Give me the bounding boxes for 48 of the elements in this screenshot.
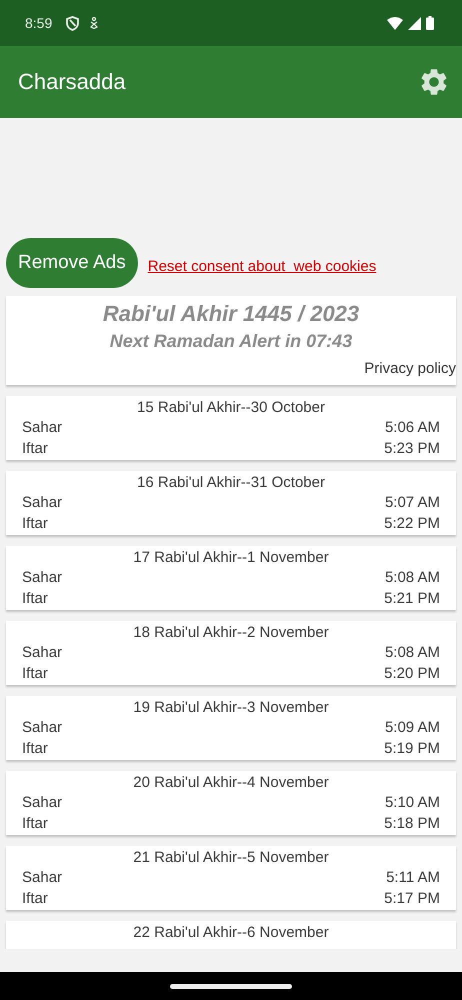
time-value: 5:11 AM: [386, 868, 440, 888]
day-date: 16 Rabi'ul Akhir--31 October: [136, 474, 326, 492]
app-title: Charsadda: [18, 69, 126, 95]
day-date: 19 Rabi'ul Akhir--3 November: [132, 699, 330, 717]
shield-icon: [66, 16, 80, 30]
time-value: 5:23 PM: [384, 439, 440, 459]
time-label: Sahar: [22, 568, 62, 588]
time-label: Iftar: [22, 664, 48, 684]
alert-text: Next Ramadan Alert in 07:43: [108, 331, 354, 352]
time-value: 5:17 PM: [384, 889, 440, 909]
time-label: Iftar: [22, 739, 48, 759]
privacy-policy-link[interactable]: Privacy policy: [364, 360, 456, 377]
time-value: 5:09 AM: [384, 718, 440, 738]
remove-ads-button[interactable]: Remove Ads: [6, 238, 138, 288]
month-title: Rabi'ul Akhir 1445 / 2023: [102, 301, 360, 327]
day-date: 17 Rabi'ul Akhir--1 November: [132, 549, 330, 567]
time-value: 5:06 AM: [384, 418, 440, 438]
time-value: 5:08 AM: [384, 643, 440, 663]
time-label: Sahar: [22, 643, 62, 663]
time-label: Sahar: [22, 868, 62, 888]
day-date: 20 Rabi'ul Akhir--4 November: [132, 774, 330, 792]
time-value: 5:22 PM: [384, 514, 440, 534]
time-value: 5:21 PM: [384, 589, 440, 609]
time-value: 5:19 PM: [384, 739, 440, 759]
time-label: Sahar: [22, 418, 62, 438]
time-label: Iftar: [22, 814, 48, 834]
consent-link[interactable]: Reset consent about web cookies: [148, 258, 376, 275]
day-date: 15 Rabi'ul Akhir--30 October: [136, 399, 326, 417]
battery-icon: [426, 16, 434, 30]
day-date: 22 Rabi'ul Akhir--6 November: [132, 924, 330, 942]
day-date: 18 Rabi'ul Akhir--2 November: [132, 624, 330, 642]
status-time: 8:59: [25, 15, 52, 31]
signal-icon: [408, 16, 421, 30]
day-date: 21 Rabi'ul Akhir--5 November: [132, 849, 330, 867]
time-label: Iftar: [22, 589, 48, 609]
time-value: 5:18 PM: [384, 814, 440, 834]
time-label: Sahar: [22, 493, 62, 513]
time-label: Iftar: [22, 514, 48, 534]
time-label: Sahar: [22, 718, 62, 738]
time-label: Sahar: [22, 793, 62, 813]
time-value: 5:08 AM: [384, 568, 440, 588]
wifi-icon: [387, 16, 403, 30]
time-value: 5:07 AM: [384, 493, 440, 513]
time-value: 5:20 PM: [384, 664, 440, 684]
home-handle[interactable]: [170, 984, 292, 988]
time-label: Iftar: [22, 889, 48, 909]
time-value: 5:10 AM: [384, 793, 440, 813]
time-label: Iftar: [22, 439, 48, 459]
